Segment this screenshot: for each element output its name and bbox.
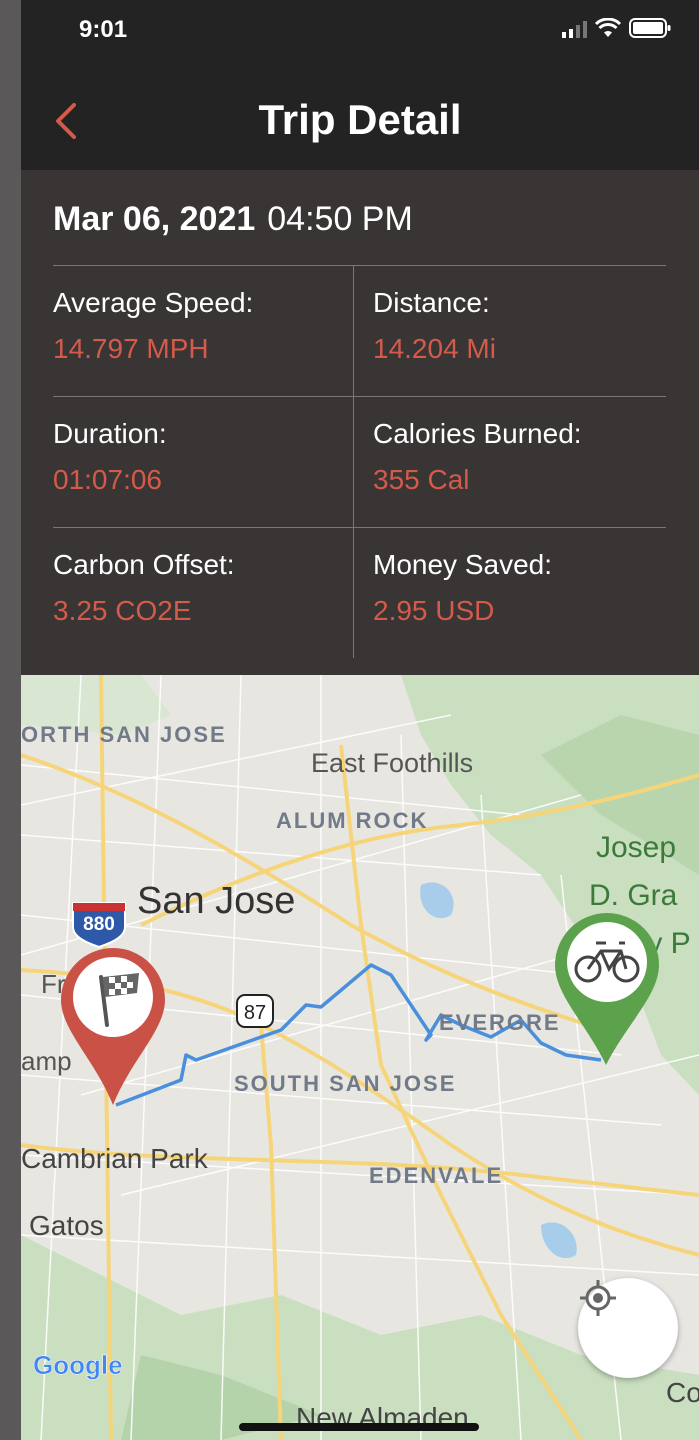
map-label: SOUTH SAN JOSE — [234, 1071, 456, 1096]
money-saved-label: Money Saved: — [373, 549, 552, 580]
route-map[interactable]: ORTH SAN JOSE East Foothills ALUM ROCK S… — [21, 675, 699, 1440]
carbon-offset-cell: Carbon Offset: 3.25 CO2E — [53, 528, 353, 658]
status-time: 9:01 — [79, 16, 128, 43]
map-label: ORTH SAN JOSE — [21, 722, 227, 747]
calories-label: Calories Burned: — [373, 418, 582, 449]
map-label: San Jose — [137, 880, 295, 922]
trip-detail-screen: 9:01 Trip Detail Mar 06, 2021 04:50 PM A… — [21, 0, 699, 1440]
google-logo: Google — [33, 1350, 123, 1381]
duration-value: 01:07:06 — [53, 464, 162, 495]
window-edge — [0, 0, 21, 1440]
map-label: amp — [21, 1046, 72, 1076]
interstate-880-shield: 880 — [72, 902, 126, 949]
water — [420, 882, 454, 919]
status-icons — [562, 18, 671, 38]
svg-text:880: 880 — [83, 914, 115, 935]
water — [541, 1222, 577, 1259]
map-label: Gatos — [29, 1210, 104, 1241]
map-label: Josep — [596, 831, 676, 864]
trip-datetime: Mar 06, 2021 04:50 PM — [53, 200, 413, 239]
trip-start-marker[interactable] — [555, 913, 659, 1065]
trip-date: Mar 06, 2021 — [53, 200, 256, 238]
route-87-shield: 87 — [236, 994, 274, 1028]
map-label: EDENVALE — [369, 1163, 503, 1188]
wifi-icon — [595, 18, 621, 37]
my-location-icon — [580, 1280, 616, 1316]
calories-value: 355 Cal — [373, 464, 470, 495]
map-label: ALUM ROCK — [276, 808, 428, 833]
stats-row: Carbon Offset: 3.25 CO2E Money Saved: 2.… — [53, 528, 666, 658]
trip-end-marker[interactable] — [61, 948, 165, 1105]
calories-cell: Calories Burned: 355 Cal — [353, 397, 666, 527]
my-location-button[interactable] — [578, 1278, 678, 1378]
carbon-offset-value: 3.25 CO2E — [53, 595, 192, 626]
map-label: Coy — [666, 1377, 699, 1408]
trip-time: 04:50 PM — [267, 200, 413, 238]
map-label: East Foothills — [311, 748, 473, 778]
money-saved-cell: Money Saved: 2.95 USD — [353, 528, 666, 658]
stats-grid: Average Speed: 14.797 MPH Distance: 14.2… — [53, 265, 666, 658]
top-bar: 9:01 Trip Detail — [21, 0, 699, 170]
stats-row: Duration: 01:07:06 Calories Burned: 355 … — [53, 397, 666, 528]
duration-label: Duration: — [53, 418, 167, 449]
average-speed-value: 14.797 MPH — [53, 333, 209, 364]
home-indicator[interactable] — [239, 1423, 479, 1431]
page-title: Trip Detail — [258, 96, 462, 143]
svg-text:87: 87 — [244, 1002, 266, 1024]
map-label: Cambrian Park — [21, 1143, 209, 1174]
duration-cell: Duration: 01:07:06 — [53, 397, 353, 527]
cellular-signal-icon — [562, 21, 587, 38]
average-speed-label: Average Speed: — [53, 287, 254, 318]
distance-label: Distance: — [373, 287, 490, 318]
svg-text:Google: Google — [33, 1350, 123, 1380]
distance-cell: Distance: 14.204 Mi — [353, 266, 666, 396]
stats-row: Average Speed: 14.797 MPH Distance: 14.2… — [53, 266, 666, 397]
battery-icon — [629, 18, 671, 38]
distance-value: 14.204 Mi — [373, 333, 496, 364]
map-label: D. Gra — [589, 879, 678, 912]
carbon-offset-label: Carbon Offset: — [53, 549, 235, 580]
money-saved-value: 2.95 USD — [373, 595, 495, 626]
average-speed-cell: Average Speed: 14.797 MPH — [53, 266, 353, 396]
map-label: EVERGRE — [439, 1010, 561, 1035]
